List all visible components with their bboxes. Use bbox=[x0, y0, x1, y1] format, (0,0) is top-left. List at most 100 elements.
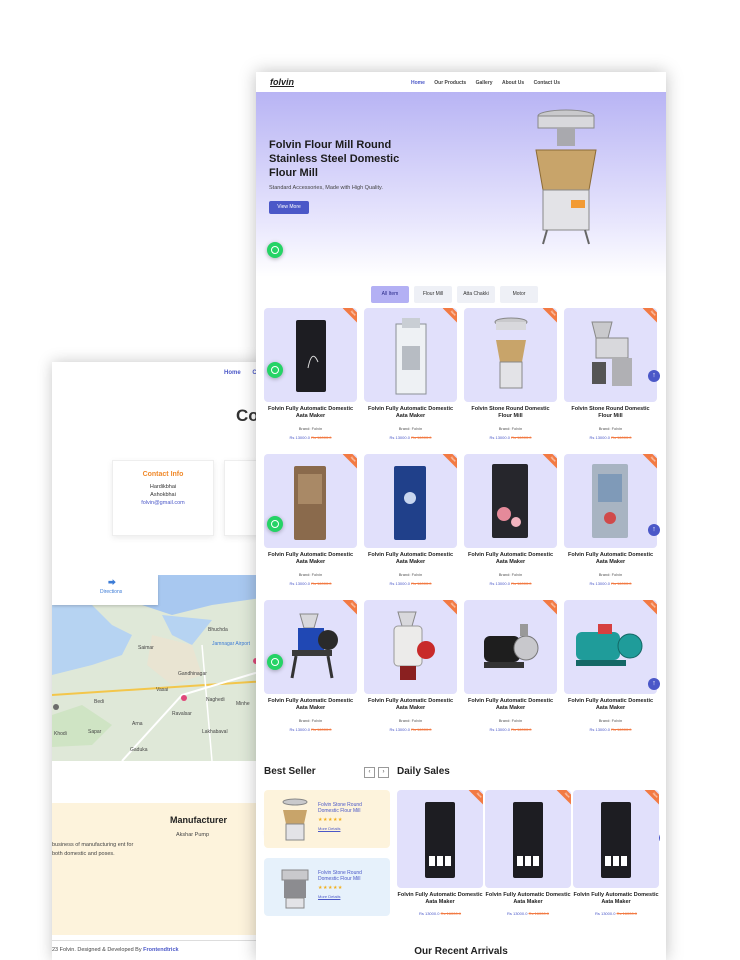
product-card[interactable]: New Folvin Fully Automatic Domestic Aata… bbox=[264, 600, 357, 740]
product-card[interactable]: New Folvin Fully Automatic Domestic Aata… bbox=[464, 454, 557, 594]
price-current: Rs 13000.0 bbox=[489, 727, 510, 732]
product-name[interactable]: Folvin Fully Automatic Domestic Aata Mak… bbox=[464, 698, 557, 712]
new-ribbon: New bbox=[442, 308, 457, 324]
product-image: New bbox=[264, 600, 357, 694]
manufacturer-name: Akshar Pump bbox=[176, 832, 210, 838]
daily-sale-card[interactable]: New Folvin Fully Automatic Domestic Aata… bbox=[397, 790, 483, 926]
silver-atta-chakki-icon bbox=[592, 464, 628, 538]
product-price: Rs 13000.0 Rs 16000.0 bbox=[364, 581, 457, 586]
price-current: Rs 13000.0 bbox=[389, 727, 410, 732]
daily-sale-card[interactable]: New Folvin Fully Automatic Domestic Aata… bbox=[485, 790, 571, 926]
filter-flour-mill[interactable]: Flour Mill bbox=[414, 286, 452, 303]
whatsapp-float-icon[interactable] bbox=[267, 242, 283, 258]
product-name[interactable]: Folvin Fully Automatic Domestic Aata Mak… bbox=[464, 552, 557, 566]
price-old: Rs 16000.0 bbox=[511, 581, 532, 586]
directions-icon[interactable]: ⮕ bbox=[108, 579, 116, 587]
product-card[interactable]: New Folvin Fully Automatic Domestic Aata… bbox=[264, 308, 357, 448]
product-card[interactable]: New Folvin Fully Automatic Domestic Aata… bbox=[364, 600, 457, 740]
top-navbar: folvin Home Our Products Gallery About U… bbox=[256, 72, 666, 92]
map-place-label: Jamnagar Airport bbox=[212, 641, 251, 647]
price-current: Rs 13000.0 bbox=[589, 581, 610, 586]
whatsapp-float-icon[interactable] bbox=[267, 654, 283, 670]
menu-about-us[interactable]: About Us bbox=[502, 80, 524, 86]
product-card[interactable]: New Folvin Stone Round Domestic Flour Mi… bbox=[464, 308, 557, 448]
product-name[interactable]: Folvin Fully Automatic Domestic Aata Mak… bbox=[485, 892, 571, 906]
product-name[interactable]: Folvin Fully Automatic Domestic Aata Mak… bbox=[264, 698, 357, 712]
nav-home-link[interactable]: Home bbox=[224, 370, 241, 376]
product-price: Rs 13000.0 Rs 16000.0 bbox=[564, 435, 657, 440]
screenshot-canvas: Home C Co Contact Info Hardikbhai Ashokb… bbox=[0, 0, 740, 960]
filter-motor[interactable]: Motor bbox=[500, 286, 538, 303]
scroll-to-top-icon[interactable]: ↑ bbox=[648, 524, 660, 536]
product-brand: Brand: Folvin bbox=[598, 572, 623, 577]
product-name[interactable]: Folvin Stone Round Domestic Flour Mill bbox=[464, 406, 557, 420]
price-old: Rs 16000.0 bbox=[311, 581, 332, 586]
new-ribbon: New bbox=[642, 600, 657, 616]
product-price: Rs 13000.0 Rs 16000.0 bbox=[573, 911, 659, 916]
product-name[interactable]: Folvin Fully Automatic Domestic Aata Mak… bbox=[564, 552, 657, 566]
contact-name-2: Ashokbhai bbox=[150, 492, 176, 498]
product-card[interactable]: New Folvin Fully Automatic Domestic Aata… bbox=[564, 600, 657, 740]
scroll-to-top-icon[interactable]: ↑ bbox=[648, 370, 660, 382]
product-image: New bbox=[464, 308, 557, 402]
view-more-button[interactable]: View More bbox=[269, 201, 309, 214]
product-name[interactable]: Folvin Fully Automatic Domestic Aata Mak… bbox=[397, 892, 483, 906]
best-seller-name[interactable]: Folvin Stone Round Domestic Flour Mill bbox=[318, 802, 384, 814]
daily-sale-card[interactable]: New Folvin Fully Automatic Domestic Aata… bbox=[573, 790, 659, 926]
product-price: Rs 13000.0 Rs 16000.0 bbox=[464, 727, 557, 732]
product-name[interactable]: Folvin Fully Automatic Domestic Aata Mak… bbox=[264, 406, 357, 420]
product-name[interactable]: Folvin Fully Automatic Domestic Aata Mak… bbox=[364, 698, 457, 712]
product-name[interactable]: Folvin Fully Automatic Domestic Aata Mak… bbox=[364, 552, 457, 566]
product-image: New bbox=[464, 454, 557, 548]
best-seller-name[interactable]: Folvin Stone Round Domestic Flour Mill bbox=[318, 870, 384, 882]
menu-our-products[interactable]: Our Products bbox=[434, 80, 466, 86]
location-map[interactable]: ⮕ Directions Bhuchda Saimar Jamnagar Air… bbox=[52, 575, 282, 761]
product-card[interactable]: New Folvin Fully Automatic Domestic Aata… bbox=[564, 454, 657, 594]
product-image: New bbox=[364, 454, 457, 548]
directions-link[interactable]: Directions bbox=[100, 589, 122, 595]
price-current: Rs 13000.0 bbox=[589, 727, 610, 732]
product-name[interactable]: Folvin Fully Automatic Domestic Aata Mak… bbox=[573, 892, 659, 906]
carousel-next-button[interactable]: › bbox=[378, 767, 389, 778]
new-ribbon: New bbox=[542, 308, 557, 324]
whatsapp-float-icon[interactable] bbox=[267, 516, 283, 532]
menu-home[interactable]: Home bbox=[411, 80, 425, 86]
product-card[interactable]: New Folvin Fully Automatic Domestic Aata… bbox=[364, 454, 457, 594]
scroll-to-top-icon[interactable]: ↑ bbox=[648, 678, 660, 690]
carousel-prev-button[interactable]: ‹ bbox=[364, 767, 375, 778]
new-ribbon: New bbox=[642, 308, 657, 324]
contact-email-link[interactable]: folvin@gmail.com bbox=[113, 499, 213, 507]
product-brand: Brand: Folvin bbox=[398, 572, 423, 577]
product-name[interactable]: Folvin Fully Automatic Domestic Aata Mak… bbox=[564, 698, 657, 712]
filter-all-item[interactable]: All Item bbox=[371, 286, 409, 303]
more-details-link[interactable]: More Details bbox=[318, 826, 340, 831]
product-name[interactable]: Folvin Fully Automatic Domestic Aata Mak… bbox=[364, 406, 457, 420]
menu-contact-us[interactable]: Contact Us bbox=[534, 80, 560, 86]
product-name[interactable]: Folvin Stone Round Domestic Flour Mill bbox=[564, 406, 657, 420]
product-price: Rs 13000.0 Rs 16000.0 bbox=[264, 435, 357, 440]
product-image: New bbox=[573, 790, 659, 888]
whatsapp-float-icon[interactable] bbox=[267, 362, 283, 378]
product-brand: Brand: Folvin bbox=[598, 718, 623, 723]
footer-credit: 23 Folvin. Designed & Developed By Front… bbox=[52, 940, 282, 960]
price-current: Rs 13000.0 bbox=[489, 581, 510, 586]
filter-atta-chakki[interactable]: Atta Chakki bbox=[457, 286, 495, 303]
price-old: Rs 16000.0 bbox=[611, 727, 632, 732]
new-ribbon: New bbox=[542, 600, 557, 616]
more-details-link[interactable]: More Details bbox=[318, 894, 340, 899]
product-card[interactable]: New Folvin Stone Round Domestic Flour Mi… bbox=[564, 308, 657, 448]
best-seller-card[interactable]: Folvin Stone Round Domestic Flour Mill ★… bbox=[264, 790, 390, 848]
product-name[interactable]: Folvin Fully Automatic Domestic Aata Mak… bbox=[264, 552, 357, 566]
hero-subtitle: Standard Accessories, Made with High Qua… bbox=[269, 185, 383, 191]
product-card[interactable]: New Folvin Fully Automatic Domestic Aata… bbox=[464, 600, 557, 740]
price-current: Rs 13000.0 bbox=[589, 435, 610, 440]
price-current: Rs 13000.0 bbox=[594, 911, 616, 916]
menu-gallery[interactable]: Gallery bbox=[476, 80, 493, 86]
best-seller-card[interactable]: Folvin Stone Round Domestic Flour Mill ★… bbox=[264, 858, 390, 916]
map-place-label: Vasai bbox=[156, 687, 169, 693]
site-logo[interactable]: folvin bbox=[270, 77, 294, 87]
product-brand: Brand: Folvin bbox=[398, 426, 423, 431]
product-card[interactable]: New Folvin Fully Automatic Domestic Aata… bbox=[364, 308, 457, 448]
footer-developer-link[interactable]: Frontendtrick bbox=[143, 947, 178, 953]
new-ribbon: New bbox=[556, 790, 571, 806]
